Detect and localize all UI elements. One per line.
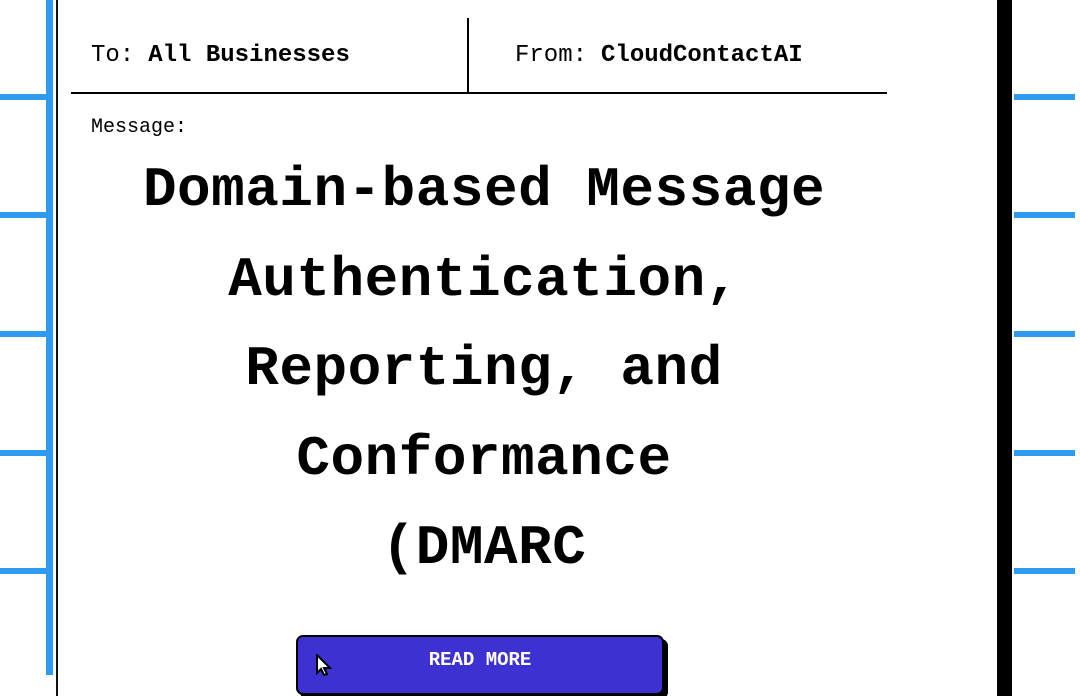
grid-line-horizontal <box>0 212 50 218</box>
message-header: To: All Businesses From: CloudContactAI <box>71 18 887 94</box>
message-title: Domain-based Message Authentication, Rep… <box>71 146 897 594</box>
from-label: From: <box>515 41 588 69</box>
pointer-cursor-icon <box>316 654 332 676</box>
grid-line-horizontal <box>0 568 50 574</box>
sender-field: From: CloudContactAI <box>467 18 887 92</box>
title-line: Authentication, <box>228 247 740 312</box>
title-line: Reporting, and <box>245 337 723 401</box>
title-line: (DMARC <box>381 516 587 580</box>
grid-line-horizontal <box>1014 212 1075 218</box>
grid-line-horizontal <box>1014 568 1075 574</box>
recipient-field: To: All Businesses <box>91 18 461 92</box>
grid-line-horizontal <box>0 94 50 100</box>
to-value: All Businesses <box>148 41 350 69</box>
read-more-label: READ MORE <box>428 649 532 671</box>
grid-line-horizontal <box>1014 331 1075 337</box>
read-more-button[interactable]: READ MORE <box>296 635 664 695</box>
grid-line-horizontal <box>0 450 50 456</box>
title-line: Conformance <box>296 426 672 491</box>
grid-line-horizontal <box>1014 94 1075 100</box>
message-label: Message: <box>91 116 188 139</box>
from-value: CloudContactAI <box>601 41 803 69</box>
title-line: Domain-based Message <box>142 158 826 222</box>
grid-line-horizontal <box>1014 450 1075 456</box>
to-label: To: <box>91 41 135 69</box>
grid-line-horizontal <box>0 331 50 337</box>
